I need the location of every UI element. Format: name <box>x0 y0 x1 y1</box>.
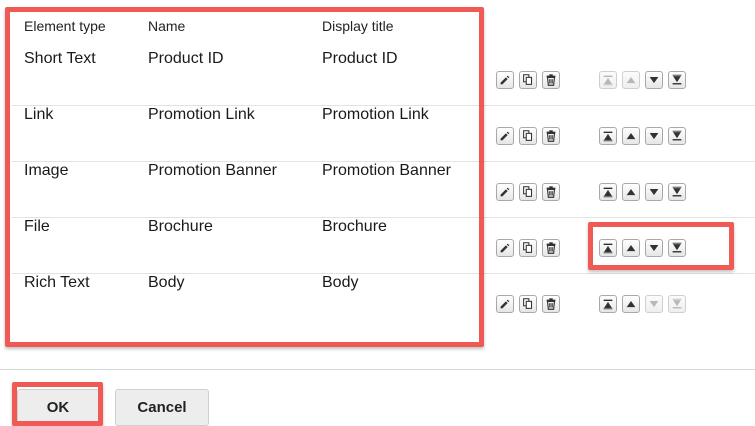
edit-button[interactable] <box>496 239 514 257</box>
copy-icon <box>521 73 535 87</box>
move-to-bottom-button[interactable] <box>668 295 686 313</box>
copy-button[interactable] <box>519 71 537 89</box>
edit-icon <box>498 297 512 311</box>
trash-icon <box>544 241 558 255</box>
move-to-bottom-button[interactable] <box>668 71 686 89</box>
move-down-button[interactable] <box>645 127 663 145</box>
move-up-icon <box>624 297 638 311</box>
edit-icon <box>498 73 512 87</box>
move-down-button[interactable] <box>645 183 663 201</box>
move-up-icon <box>624 185 638 199</box>
header-display-title: Display title <box>322 18 394 34</box>
move-down-icon <box>647 241 661 255</box>
move-to-top-button[interactable] <box>599 295 617 313</box>
move-up-icon <box>624 241 638 255</box>
move-to-top-button[interactable] <box>599 239 617 257</box>
move-down-icon <box>647 185 661 199</box>
move-up-button[interactable] <box>622 127 640 145</box>
move-to-bottom-button[interactable] <box>668 239 686 257</box>
move-to-top-icon <box>601 297 615 311</box>
copy-icon <box>521 241 535 255</box>
move-to-top-button[interactable] <box>599 183 617 201</box>
trash-icon <box>544 297 558 311</box>
edit-button[interactable] <box>496 183 514 201</box>
move-up-button[interactable] <box>622 295 640 313</box>
display-title-cell: Product ID <box>322 50 398 67</box>
table-row: Short Text Product ID Product ID <box>12 50 755 106</box>
trash-button[interactable] <box>542 295 560 313</box>
element-type-cell: Short Text <box>24 50 96 67</box>
name-cell: Promotion Banner <box>148 162 277 179</box>
move-to-top-icon <box>601 129 615 143</box>
move-up-button[interactable] <box>622 71 640 89</box>
move-down-icon <box>647 129 661 143</box>
name-cell: Brochure <box>148 218 213 235</box>
edit-icon <box>498 241 512 255</box>
cancel-button[interactable]: Cancel <box>115 389 209 426</box>
table-row: Rich Text Body Body <box>12 274 755 330</box>
move-to-bottom-icon <box>670 129 684 143</box>
display-title-cell: Brochure <box>322 218 387 235</box>
copy-button[interactable] <box>519 127 537 145</box>
edit-button[interactable] <box>496 127 514 145</box>
edit-icon <box>498 185 512 199</box>
copy-icon <box>521 129 535 143</box>
edit-icon <box>498 129 512 143</box>
name-cell: Body <box>148 274 185 291</box>
copy-button[interactable] <box>519 183 537 201</box>
trash-button[interactable] <box>542 71 560 89</box>
trash-icon <box>544 185 558 199</box>
header-element-type: Element type <box>24 18 106 34</box>
element-type-cell: Rich Text <box>24 274 90 291</box>
move-to-top-icon <box>601 73 615 87</box>
move-to-bottom-icon <box>670 241 684 255</box>
move-up-button[interactable] <box>622 183 640 201</box>
move-to-top-icon <box>601 241 615 255</box>
move-up-button[interactable] <box>622 239 640 257</box>
move-to-bottom-button[interactable] <box>668 183 686 201</box>
table-row: Link Promotion Link Promotion Link <box>12 106 755 162</box>
copy-icon <box>521 185 535 199</box>
move-down-icon <box>647 297 661 311</box>
footer-divider <box>0 369 755 370</box>
trash-icon <box>544 129 558 143</box>
move-up-icon <box>624 73 638 87</box>
copy-button[interactable] <box>519 295 537 313</box>
element-type-cell: Link <box>24 106 54 123</box>
element-type-cell: Image <box>24 162 69 179</box>
move-to-bottom-button[interactable] <box>668 127 686 145</box>
move-down-button[interactable] <box>645 295 663 313</box>
move-down-button[interactable] <box>645 239 663 257</box>
move-to-bottom-icon <box>670 297 684 311</box>
copy-button[interactable] <box>519 239 537 257</box>
trash-button[interactable] <box>542 127 560 145</box>
display-title-cell: Body <box>322 274 359 291</box>
trash-button[interactable] <box>542 183 560 201</box>
display-title-cell: Promotion Link <box>322 106 429 123</box>
move-up-icon <box>624 129 638 143</box>
move-to-top-icon <box>601 185 615 199</box>
move-to-bottom-icon <box>670 185 684 199</box>
trash-button[interactable] <box>542 239 560 257</box>
move-down-icon <box>647 73 661 87</box>
ok-button[interactable]: OK <box>17 389 99 426</box>
move-down-button[interactable] <box>645 71 663 89</box>
name-cell: Promotion Link <box>148 106 255 123</box>
element-type-cell: File <box>24 218 50 235</box>
move-to-bottom-icon <box>670 73 684 87</box>
move-to-top-button[interactable] <box>599 127 617 145</box>
move-to-top-button[interactable] <box>599 71 617 89</box>
edit-button[interactable] <box>496 71 514 89</box>
trash-icon <box>544 73 558 87</box>
name-cell: Product ID <box>148 50 224 67</box>
edit-button[interactable] <box>496 295 514 313</box>
table-row: Image Promotion Banner Promotion Banner <box>12 162 755 218</box>
table-row: File Brochure Brochure <box>12 218 755 274</box>
header-name: Name <box>148 18 186 34</box>
copy-icon <box>521 297 535 311</box>
display-title-cell: Promotion Banner <box>322 162 451 179</box>
